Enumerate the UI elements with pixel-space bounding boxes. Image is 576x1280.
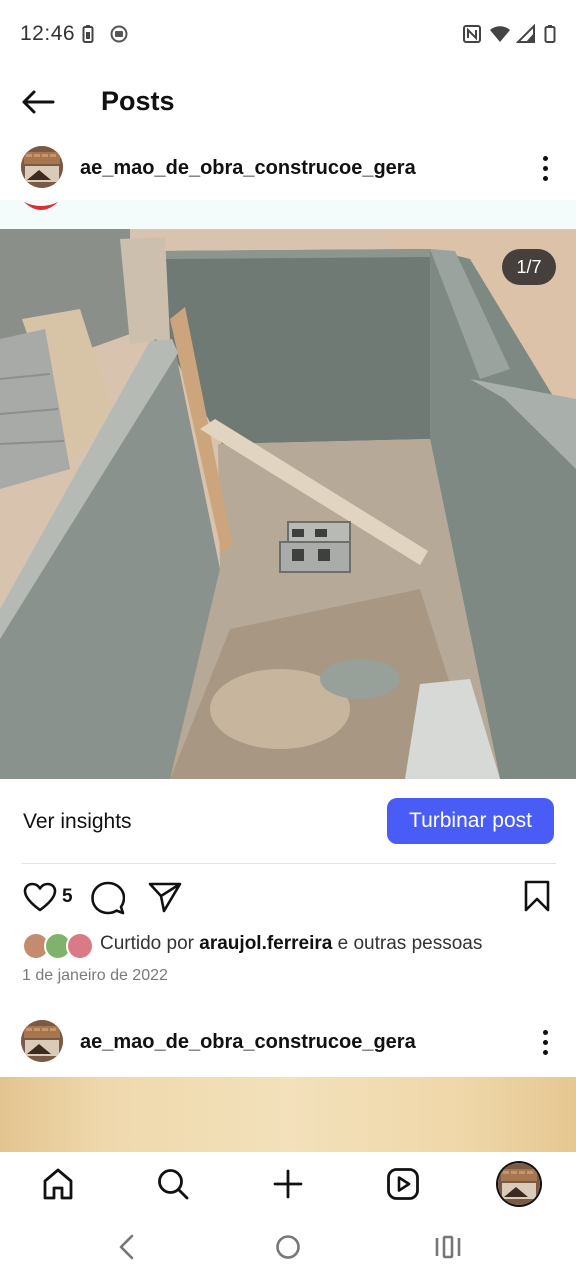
cell-signal-icon — [515, 23, 536, 49]
save-button[interactable] — [522, 878, 552, 914]
create-icon — [273, 1169, 303, 1199]
liker-avatar-3 — [66, 932, 94, 960]
nfc-icon — [462, 24, 482, 49]
comment-icon — [91, 881, 125, 915]
system-home-button[interactable] — [268, 1230, 308, 1264]
notification-app-icon — [110, 24, 128, 49]
next-post-header: ae_mao_de_obra_construcoe_gera — [0, 1014, 576, 1074]
status-bar: 12:46 — [0, 0, 576, 70]
home-icon — [43, 1168, 73, 1200]
post-header: ae_mao_de_obra_construcoe_gera — [0, 140, 576, 200]
nav-home[interactable] — [36, 1162, 80, 1206]
nav-profile[interactable] — [497, 1162, 541, 1206]
reels-icon — [387, 1168, 419, 1200]
carousel-top-strip — [0, 200, 576, 229]
bottom-navigation — [0, 1152, 576, 1214]
author-username[interactable]: ae_mao_de_obra_construcoe_gera — [80, 157, 416, 180]
carousel-counter: 1/7 — [502, 249, 556, 285]
story-ring-icon — [24, 202, 58, 210]
nav-search[interactable] — [151, 1162, 195, 1206]
nav-create[interactable] — [266, 1162, 310, 1206]
post-image[interactable]: 1/7 — [0, 229, 576, 779]
nav-reels[interactable] — [381, 1162, 425, 1206]
author-avatar[interactable] — [21, 146, 63, 188]
status-time: 12:46 — [20, 22, 76, 45]
search-icon — [158, 1169, 189, 1200]
more-vertical-icon — [542, 1029, 548, 1055]
boost-post-button[interactable]: Turbinar post — [387, 798, 554, 844]
next-author-username[interactable]: ae_mao_de_obra_construcoe_gera — [80, 1031, 416, 1054]
share-button[interactable] — [147, 880, 183, 914]
liked-by-user[interactable]: araujol.ferreira — [199, 933, 332, 954]
back-button[interactable] — [18, 84, 58, 120]
liked-suffix: e outras pessoas — [332, 933, 483, 954]
system-recents-icon — [435, 1235, 461, 1259]
next-author-avatar[interactable] — [21, 1020, 63, 1062]
system-home-icon — [276, 1235, 300, 1259]
like-count[interactable]: 5 — [62, 886, 73, 908]
heart-icon — [23, 882, 57, 912]
next-post-image[interactable] — [0, 1077, 576, 1152]
system-back-button[interactable] — [107, 1230, 147, 1264]
bookmark-icon — [524, 880, 550, 912]
battery-saver-icon — [82, 24, 94, 49]
system-recents-button[interactable] — [428, 1230, 468, 1264]
more-vertical-icon — [542, 155, 548, 181]
construction-photo — [0, 229, 576, 779]
divider — [22, 863, 556, 864]
wifi-icon — [489, 24, 511, 49]
battery-icon — [544, 24, 556, 49]
liked-by-row[interactable]: Curtido por araujol.ferreira e outras pe… — [0, 928, 576, 962]
share-icon — [148, 882, 182, 913]
system-back-icon — [119, 1234, 134, 1260]
liked-prefix: Curtido por — [100, 933, 200, 954]
arrow-left-icon — [22, 90, 55, 114]
post-date: 1 de janeiro de 2022 — [22, 967, 168, 984]
app-header: Posts — [0, 70, 576, 134]
view-insights-link[interactable]: Ver insights — [23, 810, 132, 834]
comment-button[interactable] — [90, 880, 126, 916]
like-button[interactable] — [22, 880, 58, 914]
post-actions: 5 — [0, 872, 576, 922]
insights-row: Ver insights Turbinar post — [0, 780, 576, 864]
liked-by-text: Curtido por araujol.ferreira e outras pe… — [100, 933, 482, 955]
next-more-options-button[interactable] — [533, 1022, 557, 1062]
profile-avatar — [498, 1163, 540, 1205]
page-title: Posts — [101, 86, 175, 116]
more-options-button[interactable] — [533, 148, 557, 188]
system-navigation — [0, 1214, 576, 1280]
